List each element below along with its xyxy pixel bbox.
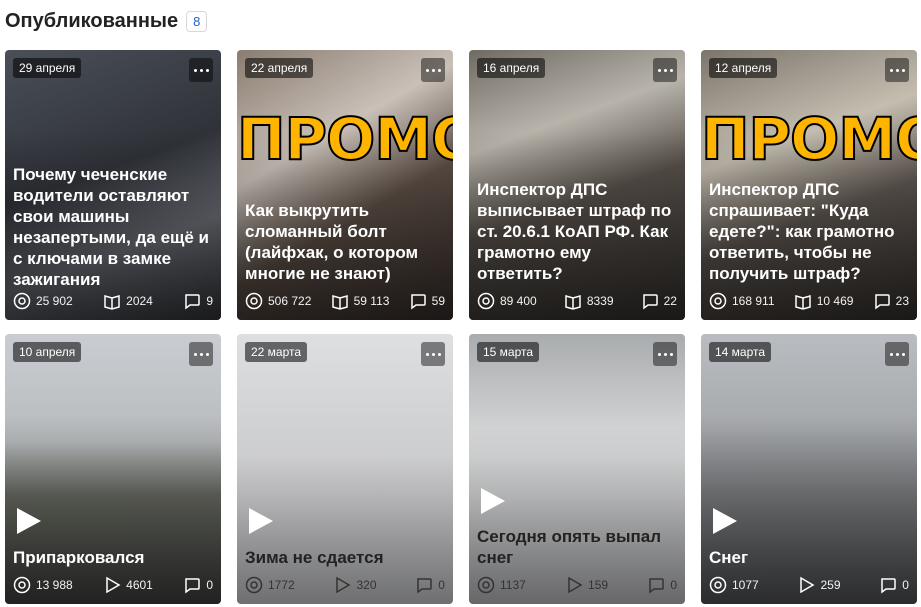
views-stat: 1772 xyxy=(245,576,295,594)
comments-stat: 0 xyxy=(647,576,677,594)
play-icon xyxy=(800,576,815,594)
comment-icon xyxy=(185,294,201,310)
card-stats: 1077 259 0 xyxy=(709,576,909,594)
comment-icon xyxy=(410,294,426,310)
card-stats: 168 911 10 469 23 xyxy=(709,292,909,310)
article-card[interactable]: 22 апреля ПРОМО Как выкрутить сломанный … xyxy=(237,50,453,320)
plays-stat: 159 xyxy=(565,576,608,594)
more-menu-button[interactable] xyxy=(189,58,213,82)
comments-stat: 0 xyxy=(183,576,213,594)
card-title[interactable]: Снег xyxy=(709,547,909,568)
reads-stat: 2024 xyxy=(103,292,153,310)
reads-stat: 8339 xyxy=(564,292,614,310)
date-badge: 10 апреля xyxy=(13,342,82,362)
promo-label: ПРОМО xyxy=(237,104,453,174)
date-badge: 22 марта xyxy=(245,342,308,362)
play-icon[interactable] xyxy=(477,486,507,516)
views-stat: 89 400 xyxy=(477,292,537,310)
more-menu-button[interactable] xyxy=(653,58,677,82)
card-stats: 89 400 8339 22 xyxy=(477,292,677,310)
play-icon xyxy=(106,576,121,594)
views-stat: 25 902 xyxy=(13,292,73,310)
comments-stat: 9 xyxy=(183,292,213,310)
card-stats: 1137 159 0 xyxy=(477,576,677,594)
views-stat: 1137 xyxy=(477,576,526,594)
video-card[interactable]: 15 марта Сегодня опять выпал снег 1137 1… xyxy=(469,334,685,604)
more-menu-button[interactable] xyxy=(653,342,677,366)
section-title: Опубликованные xyxy=(5,9,179,32)
comment-icon xyxy=(649,578,665,594)
comments-stat: 0 xyxy=(415,576,445,594)
video-card[interactable]: 10 апреля Припарковался 13 988 4601 0 xyxy=(5,334,221,604)
card-title[interactable]: Инспектор ДПС выписывает штраф по ст. 20… xyxy=(477,179,677,284)
video-card[interactable]: 14 марта Снег 1077 259 0 xyxy=(701,334,917,604)
comments-stat: 23 xyxy=(873,292,909,310)
eye-icon xyxy=(477,292,495,310)
more-menu-button[interactable] xyxy=(421,58,445,82)
play-icon[interactable] xyxy=(245,506,275,536)
article-card[interactable]: 29 апреля Почему чеченские водители оста… xyxy=(5,50,221,320)
play-icon[interactable] xyxy=(13,506,43,536)
article-card[interactable]: 12 апреля ПРОМО Инспектор ДПС спрашивает… xyxy=(701,50,917,320)
comments-stat: 59 xyxy=(409,292,445,310)
comment-icon xyxy=(642,294,658,310)
card-title[interactable]: Зима не сдается xyxy=(245,547,445,568)
card-title[interactable]: Почему чеченские водители оставляют свои… xyxy=(13,164,213,290)
card-stats: 1772 320 0 xyxy=(245,576,445,594)
article-card[interactable]: 16 апреля Инспектор ДПС выписывает штраф… xyxy=(469,50,685,320)
book-icon xyxy=(565,295,581,310)
section-header: Опубликованные 8 xyxy=(5,6,208,36)
promo-label: ПРОМО xyxy=(701,104,917,174)
comments-stat: 22 xyxy=(641,292,677,310)
card-title[interactable]: Инспектор ДПС спрашивает: "Куда едете?":… xyxy=(709,179,909,284)
card-title[interactable]: Припарковался xyxy=(13,547,213,568)
date-badge: 15 марта xyxy=(477,342,540,362)
comment-icon xyxy=(417,578,433,594)
date-badge: 16 апреля xyxy=(477,58,546,78)
card-title[interactable]: Сегодня опять выпал снег xyxy=(477,526,677,568)
card-title[interactable]: Как выкрутить сломанный болт (лайфхак, о… xyxy=(245,200,445,284)
published-count-badge[interactable]: 8 xyxy=(186,10,208,32)
video-card[interactable]: 22 марта Зима не сдается 1772 320 0 xyxy=(237,334,453,604)
eye-icon xyxy=(13,576,31,594)
eye-icon xyxy=(245,292,263,310)
comment-icon xyxy=(881,578,897,594)
plays-stat: 4601 xyxy=(103,576,153,594)
date-badge: 29 апреля xyxy=(13,58,82,78)
book-icon xyxy=(794,295,811,310)
more-menu-button[interactable] xyxy=(421,342,445,366)
more-menu-button[interactable] xyxy=(189,342,213,366)
book-icon xyxy=(104,295,120,310)
book-icon xyxy=(331,295,348,310)
play-icon[interactable] xyxy=(709,506,739,536)
plays-stat: 320 xyxy=(333,576,377,594)
date-badge: 14 марта xyxy=(709,342,772,362)
date-badge: 12 апреля xyxy=(709,58,778,78)
more-menu-button[interactable] xyxy=(885,58,909,82)
eye-icon xyxy=(13,292,31,310)
card-stats: 506 722 59 113 59 xyxy=(245,292,445,310)
more-menu-button[interactable] xyxy=(885,342,909,366)
views-stat: 13 988 xyxy=(13,576,73,594)
card-stats: 13 988 4601 0 xyxy=(13,576,213,594)
views-stat: 506 722 xyxy=(245,292,311,310)
date-badge: 22 апреля xyxy=(245,58,314,78)
views-stat: 168 911 xyxy=(709,292,775,310)
eye-icon xyxy=(477,576,495,594)
reads-stat: 59 113 xyxy=(331,292,389,310)
eye-icon xyxy=(245,576,263,594)
comment-icon xyxy=(185,578,201,594)
eye-icon xyxy=(709,576,727,594)
comment-icon xyxy=(874,294,890,310)
plays-stat: 259 xyxy=(797,576,841,594)
play-icon xyxy=(336,576,351,594)
eye-icon xyxy=(709,292,727,310)
play-icon xyxy=(568,576,583,594)
views-stat: 1077 xyxy=(709,576,759,594)
reads-stat: 10 469 xyxy=(794,292,853,310)
comments-stat: 0 xyxy=(879,576,909,594)
card-stats: 25 902 2024 9 xyxy=(13,292,213,310)
